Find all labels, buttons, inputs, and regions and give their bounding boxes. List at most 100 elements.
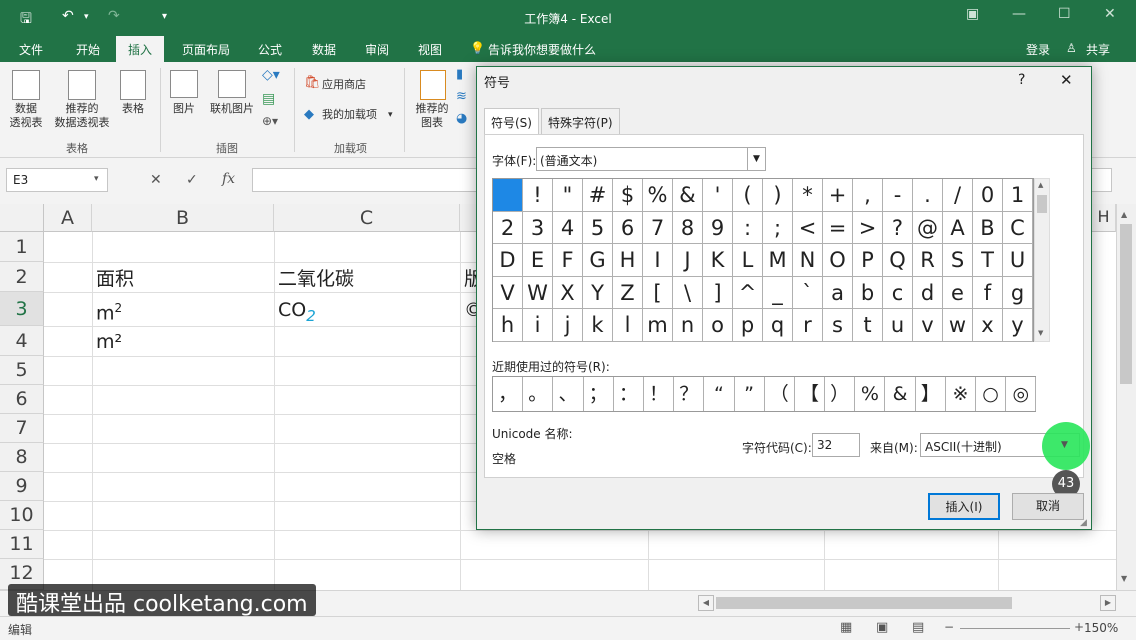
symbol-cell[interactable]: s — [823, 309, 853, 342]
chevron-down-icon[interactable]: ▼ — [1061, 440, 1068, 450]
symbol-cell[interactable]: 9 — [703, 211, 733, 245]
symbol-cell[interactable]: m — [643, 309, 673, 342]
symbol-cell[interactable]: p — [733, 309, 763, 342]
recent-symbol-cell[interactable]: ※ — [946, 377, 976, 411]
symbol-grid-scrollbar[interactable]: ▲ ▼ — [1034, 178, 1050, 342]
symbol-cell[interactable]: + — [823, 179, 853, 212]
recent-symbol-cell[interactable]: ） — [825, 377, 856, 411]
resize-grip-icon[interactable]: ◢ — [1080, 518, 1087, 528]
picture-button[interactable]: 图片 — [166, 102, 202, 116]
hscroll-right-icon[interactable]: ▶ — [1100, 595, 1116, 611]
scroll-thumb[interactable] — [1120, 224, 1132, 384]
row-header-10[interactable]: 10 — [0, 501, 44, 530]
addins-dropdown-icon[interactable]: ▾ — [388, 108, 393, 122]
symbol-cell[interactable]: C — [1003, 211, 1033, 245]
column-header-b[interactable]: B — [92, 204, 274, 232]
symbol-cell[interactable]: v — [913, 309, 943, 342]
zoom-in-icon[interactable]: + — [1074, 620, 1084, 634]
row-header-7[interactable]: 7 — [0, 414, 44, 443]
symbol-cell[interactable]: 4 — [553, 211, 583, 245]
recent-symbol-cell[interactable]: 。 — [523, 377, 554, 411]
recent-symbol-cell[interactable]: 【 — [795, 377, 826, 411]
cell-b3[interactable]: m2 — [96, 301, 122, 324]
cell-c2[interactable]: 二氧化碳 — [278, 264, 354, 291]
char-code-input[interactable]: 32 — [812, 433, 860, 457]
symbol-cell[interactable]: x — [973, 309, 1003, 342]
recent-symbol-cell[interactable]: ○ — [976, 377, 1007, 411]
hscroll-thumb[interactable] — [716, 597, 1012, 609]
recommended-pivot-button[interactable]: 推荐的 数据透视表 — [46, 102, 118, 130]
symbol-cell[interactable]: I — [643, 244, 673, 277]
symbol-cell[interactable]: d — [913, 276, 943, 310]
symbol-cell[interactable]: . — [913, 179, 943, 212]
symbol-cell[interactable]: ( — [733, 179, 763, 212]
chart-line-icon[interactable]: ≋ — [456, 90, 467, 104]
chart-bar-icon[interactable]: ▮ — [456, 68, 463, 82]
page-layout-view-icon[interactable]: ▣ — [876, 620, 888, 635]
symbol-cell[interactable]: U — [1003, 244, 1033, 277]
hscroll-left-icon[interactable]: ◀ — [698, 595, 714, 611]
symbol-cell[interactable]: h — [493, 309, 523, 342]
tab-data[interactable]: 数据 — [312, 41, 336, 58]
font-select[interactable]: (普通文本) ▼ — [536, 147, 766, 171]
symbol-cell[interactable]: $ — [613, 179, 643, 212]
row-header-1[interactable]: 1 — [0, 232, 44, 262]
cell-b4[interactable]: m² — [96, 331, 122, 353]
symbol-cell[interactable]: V — [493, 276, 523, 310]
symbol-cell[interactable]: ] — [703, 276, 733, 310]
symbol-cell[interactable]: \ — [673, 276, 703, 310]
column-header-h[interactable]: H — [1092, 204, 1116, 232]
symbol-grid[interactable]: ! " # $% & '() * +, -./0 1 2 3 4 5 6 7 8 9:; < = >? @ A B C D E F G H… — [492, 178, 1034, 342]
row-header-6[interactable]: 6 — [0, 385, 44, 414]
symbol-cell[interactable]: K — [703, 244, 733, 277]
symbol-cell[interactable]: O — [823, 244, 853, 277]
recent-symbol-cell[interactable]: “ — [704, 377, 735, 411]
cell-b2[interactable]: 面积 — [96, 264, 134, 291]
cell-d3[interactable]: © — [464, 299, 476, 321]
symbol-cell[interactable]: N — [793, 244, 823, 277]
symbol-cell[interactable]: 1 — [1003, 179, 1033, 212]
symbol-cell[interactable]: @ — [913, 211, 943, 245]
symbol-cell[interactable]: A — [943, 211, 973, 245]
symbol-cell[interactable]: c — [883, 276, 913, 310]
symbol-cell[interactable]: D — [493, 244, 523, 277]
tab-symbols[interactable]: 符号(S) — [484, 108, 539, 136]
tab-page-layout[interactable]: 页面布局 — [182, 41, 230, 58]
chevron-down-icon[interactable]: ▼ — [747, 148, 765, 170]
symbol-cell[interactable]: B — [973, 211, 1003, 245]
chart-pie-icon[interactable]: ◕ — [456, 112, 467, 126]
symbol-cell[interactable]: & — [673, 179, 703, 212]
shapes-icon[interactable]: ◇▾ — [262, 68, 280, 82]
ribbon-display-icon[interactable]: ▣ — [966, 6, 979, 22]
symbol-cell[interactable]: ? — [883, 211, 913, 245]
minimize-icon[interactable]: — — [1012, 6, 1026, 22]
symbol-cell[interactable]: ` — [793, 276, 823, 310]
symbol-cell[interactable]: S — [943, 244, 973, 277]
recent-symbol-cell[interactable]: （ — [765, 377, 795, 411]
symbol-cell[interactable]: t — [853, 309, 883, 342]
recent-symbol-cell[interactable]: ” — [735, 377, 765, 411]
symbol-cell[interactable]: J — [673, 244, 703, 277]
select-all-corner[interactable] — [0, 204, 44, 232]
pivot-table-button[interactable]: 数据 透视表 — [2, 102, 50, 130]
share-button[interactable]: 共享 — [1086, 41, 1110, 58]
symbol-cell[interactable]: - — [883, 179, 913, 212]
recent-symbol-cell[interactable]: 】 — [916, 377, 946, 411]
symbol-cell[interactable]: ! — [523, 179, 553, 212]
maximize-icon[interactable]: ☐ — [1058, 6, 1071, 22]
symbol-cell[interactable]: X — [553, 276, 583, 310]
recent-symbol-cell[interactable]: ： — [614, 377, 644, 411]
tab-review[interactable]: 审阅 — [365, 41, 389, 58]
cancel-button[interactable]: 取消 — [1012, 493, 1084, 520]
close-dialog-button[interactable]: ✕ — [1060, 71, 1073, 89]
symbol-cell[interactable]: ) — [763, 179, 793, 212]
symbol-cell[interactable]: E — [523, 244, 553, 277]
symbol-cell[interactable]: , — [853, 179, 883, 212]
zoom-level[interactable]: 150% — [1084, 621, 1118, 635]
table-button[interactable]: 表格 — [114, 102, 152, 116]
symbol-cell[interactable]: n — [673, 309, 703, 342]
cancel-formula-icon[interactable]: ✕ — [150, 172, 162, 188]
symbol-cell[interactable]: [ — [643, 276, 673, 310]
recent-symbol-cell[interactable]: ◎ — [1006, 377, 1037, 411]
tab-formulas[interactable]: 公式 — [258, 41, 282, 58]
